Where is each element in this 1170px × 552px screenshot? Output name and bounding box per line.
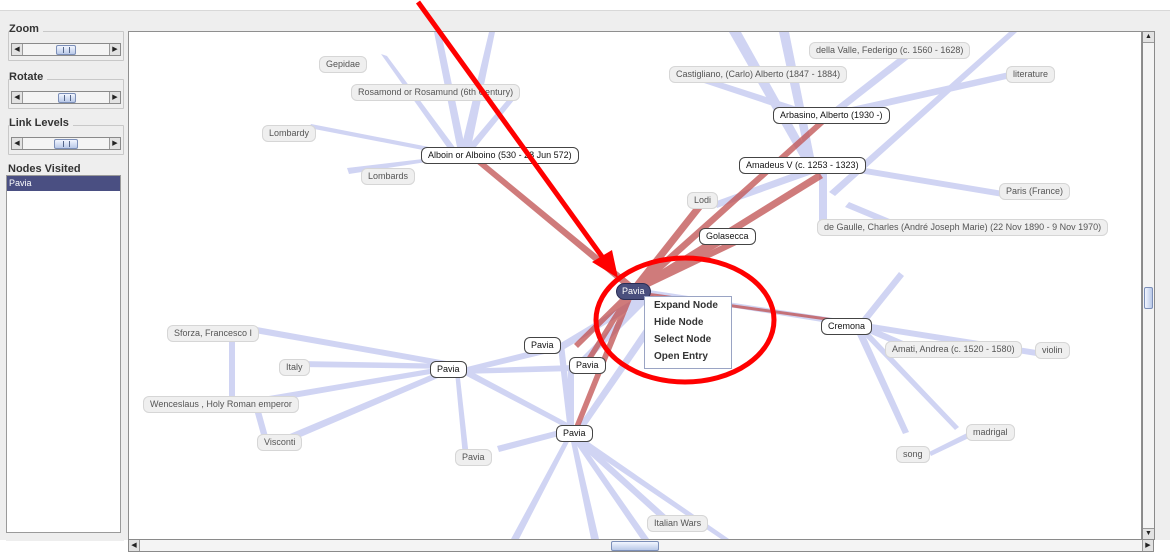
graph-node[interactable]: della Valle, Federigo (c. 1560 - 1628) (809, 42, 971, 59)
graph-node[interactable]: Cremona (821, 318, 873, 335)
scroll-up-arrow-icon[interactable]: ▲ (1143, 32, 1154, 43)
vertical-scrollbar[interactable]: ▲ ▼ (1142, 31, 1155, 540)
vertical-scroll-thumb[interactable] (1144, 287, 1153, 309)
menu-item-hide-node[interactable]: Hide Node (645, 314, 731, 331)
link-levels-label: Link Levels (9, 117, 73, 129)
link (568, 365, 574, 432)
highlight-link (629, 112, 833, 294)
zoom-group: Zoom ◀ ▶ (8, 23, 124, 61)
graph-node[interactable]: literature (1006, 66, 1056, 83)
graph-node[interactable]: song (896, 446, 930, 463)
graph-node[interactable]: Lodi (687, 192, 719, 209)
graph-node[interactable]: Italian Wars (647, 515, 709, 532)
zoom-left-arrow-icon[interactable]: ◀ (12, 44, 23, 55)
graph-node[interactable]: Golasecca (699, 228, 756, 245)
graph-node[interactable]: Lombards (361, 168, 416, 185)
graph-node[interactable]: Arbasino, Alberto (1930 -) (773, 107, 890, 124)
rotate-group: Rotate ◀ ▶ (8, 71, 124, 109)
graph-node[interactable]: Rosamond or Rosamund (6th Century) (351, 84, 521, 101)
graph-node[interactable]: Sforza, Francesco I (167, 325, 260, 342)
link (511, 432, 574, 539)
graph-node[interactable]: Castigliano, (Carlo) Alberto (1847 - 188… (669, 66, 848, 83)
link-levels-left-arrow-icon[interactable]: ◀ (12, 138, 23, 149)
link-levels-group: Link Levels ◀ ▶ (8, 117, 124, 155)
link (459, 366, 577, 432)
menu-item-expand-node[interactable]: Expand Node (645, 297, 731, 314)
highlight-link (629, 195, 710, 294)
graph-node[interactable]: Pavia (455, 449, 492, 466)
scroll-left-arrow-icon[interactable]: ◀ (129, 540, 140, 551)
scroll-right-arrow-icon[interactable]: ▶ (1142, 540, 1153, 551)
link-levels-right-arrow-icon[interactable]: ▶ (109, 138, 120, 149)
application-window: Zoom ◀ ▶ Rotate ◀ ▶ Link Levels ◀ ▶ Node… (0, 10, 1170, 552)
link (455, 369, 469, 457)
link-levels-slider[interactable]: ◀ ▶ (11, 137, 121, 150)
graph-node[interactable]: violin (1035, 342, 1070, 359)
link (229, 332, 235, 402)
menu-item-select-node[interactable]: Select Node (645, 331, 731, 348)
graph-node[interactable]: Pavia (430, 361, 467, 378)
rotate-slider[interactable]: ◀ ▶ (11, 91, 121, 104)
visited-item[interactable]: Pavia (7, 176, 120, 191)
zoom-label: Zoom (9, 23, 43, 35)
graph-node[interactable]: Alboin or Alboino (530 - 28 Jun 572) (421, 147, 579, 164)
node-context-menu: Expand Node Hide Node Select Node Open E… (644, 296, 732, 369)
zoom-slider-thumb[interactable] (56, 45, 76, 55)
graph-node[interactable]: Pavia (524, 337, 561, 354)
graph-node[interactable]: Pavia (569, 357, 606, 374)
graph-node[interactable]: Visconti (257, 434, 303, 451)
graph-node[interactable]: Pavia (556, 425, 593, 442)
graph-node[interactable]: Paris (France) (999, 183, 1071, 200)
rotate-label: Rotate (9, 71, 48, 83)
graph-node[interactable]: Gepidae (319, 56, 368, 73)
zoom-slider[interactable]: ◀ ▶ (11, 43, 121, 56)
zoom-right-arrow-icon[interactable]: ▶ (109, 44, 120, 55)
rotate-left-arrow-icon[interactable]: ◀ (12, 92, 23, 103)
rotate-right-arrow-icon[interactable]: ▶ (109, 92, 120, 103)
graph-node[interactable]: Wenceslaus , Holy Roman emperor (143, 396, 299, 413)
horizontal-scrollbar[interactable]: ◀ ▶ (128, 539, 1154, 552)
link (853, 322, 909, 434)
nodes-visited-list[interactable]: Pavia (6, 175, 121, 533)
horizontal-scroll-thumb[interactable] (611, 541, 659, 551)
graph-node[interactable]: madrigal (966, 424, 1015, 441)
graph-node[interactable]: de Gaulle, Charles (André Joseph Marie) … (817, 219, 1109, 236)
menu-item-open-entry[interactable]: Open Entry (645, 348, 731, 365)
graph-node[interactable]: Amati, Andrea (c. 1520 - 1580) (885, 341, 1022, 358)
scroll-down-arrow-icon[interactable]: ▼ (1143, 528, 1154, 539)
link-levels-slider-thumb[interactable] (54, 139, 78, 149)
rotate-slider-thumb[interactable] (58, 93, 76, 103)
graph-node[interactable]: Lombardy (262, 125, 317, 142)
highlight-link (469, 153, 635, 290)
link (929, 432, 971, 456)
graph-node[interactable]: Amadeus V (c. 1253 - 1323) (739, 157, 866, 174)
graph-node[interactable]: Italy (279, 359, 310, 376)
nodes-visited-label: Nodes Visited (8, 163, 85, 175)
graph-canvas[interactable]: Gepidae Rosamond or Rosamund (6th Centur… (128, 31, 1142, 540)
